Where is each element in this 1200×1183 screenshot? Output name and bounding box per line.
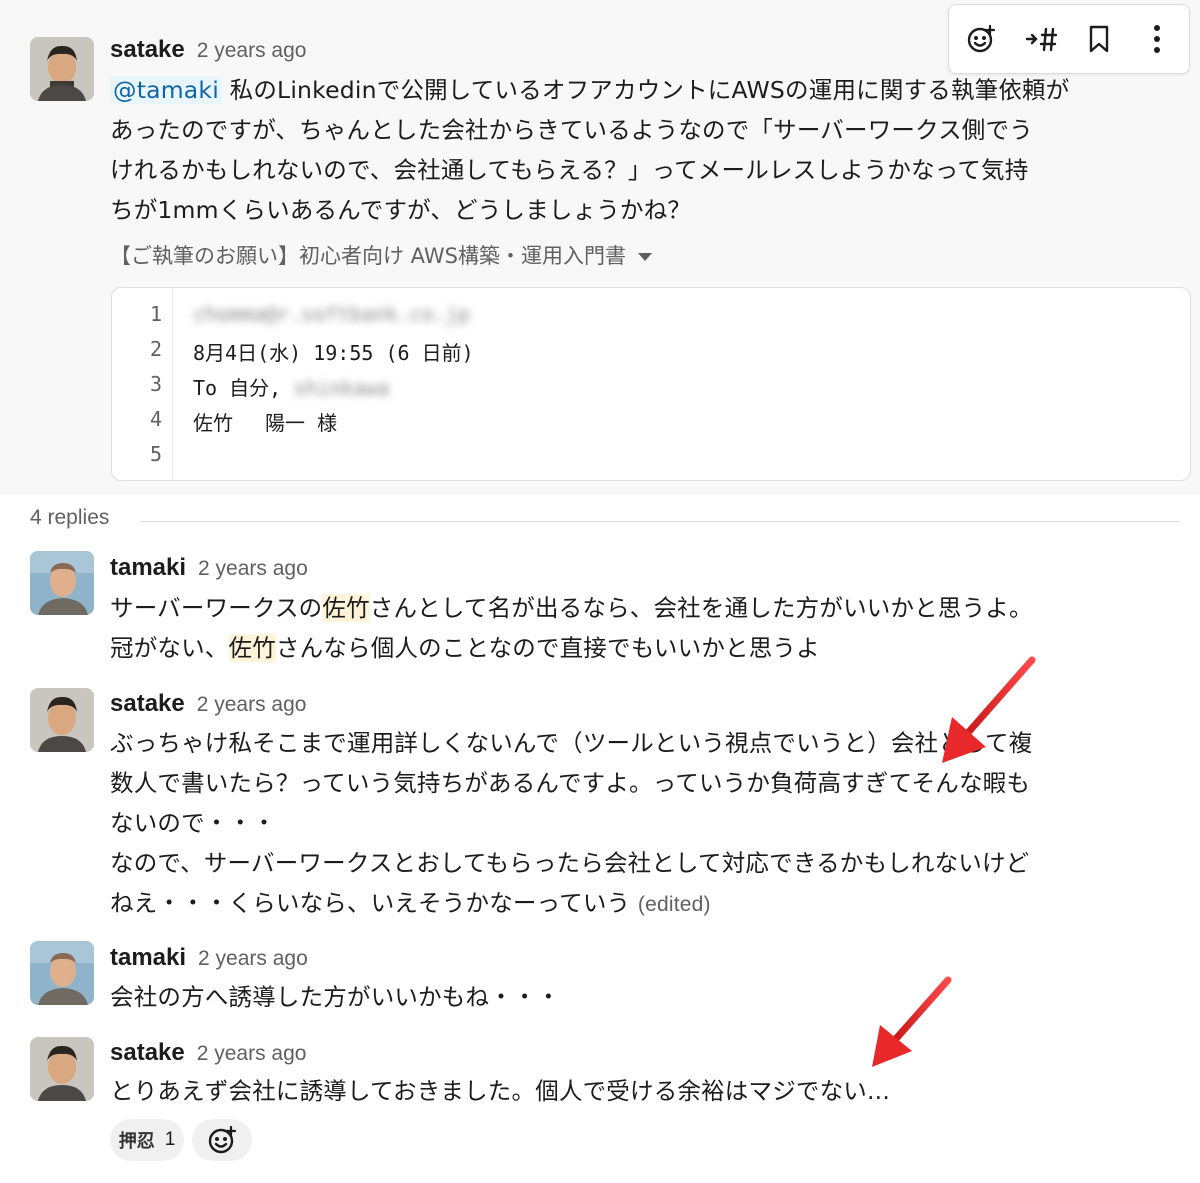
bookmark-icon[interactable] [1079,19,1119,59]
highlighted-keyword: 佐竹 [228,634,276,662]
message-header: satake 2 years ago [110,36,306,64]
timestamp[interactable]: 2 years ago [197,1042,307,1065]
username[interactable]: satake [110,1039,185,1066]
message-text: 会社の方へ誘導した方がいいかもね・・・ [110,983,561,1011]
message-actions-toolbar [948,4,1190,74]
avatar[interactable] [30,1037,94,1101]
divider [140,521,1180,522]
message-text: @tamaki 私のLinkedinで公開しているオフアカウントにAWSの運用に… [110,76,1070,224]
username[interactable]: tamaki [110,944,186,971]
avatar[interactable] [30,551,94,615]
attachment-title[interactable]: 【ご執筆のお願い】初心者向け AWS構築・運用入門書 [110,240,652,270]
chevron-down-icon[interactable] [638,253,652,261]
code-line: To 自分, shinkawa [193,376,390,400]
code-line: chomma@r.softbank.co.jp [193,302,470,326]
username[interactable]: satake [110,36,185,63]
annotation-arrow [872,976,952,1067]
code-snippet[interactable]: 1 2 3 4 5 chomma@r.softbank.co.jp 8月4日(水… [111,287,1191,481]
add-reaction-icon[interactable] [961,19,1001,59]
forward-channel-icon[interactable] [1021,19,1061,59]
code-line: 8月4日(水) 19:55 (6 日前) [193,341,474,365]
message-header: tamaki 2 years ago [110,554,308,582]
avatar[interactable] [30,37,94,101]
message-header: tamaki 2 years ago [110,944,308,972]
line-number-gutter: 1 2 3 4 5 [112,288,173,480]
reaction-count: 1 [164,1129,176,1150]
highlighted-keyword: 佐竹 [322,594,370,622]
avatar[interactable] [30,941,94,1005]
add-reaction-icon [208,1125,237,1154]
reaction-pill[interactable]: 押忍 1 [110,1119,184,1161]
username[interactable]: satake [110,690,185,717]
parent-message: satake 2 years ago @tamaki 私のLinkedinで公開し… [0,0,1200,495]
replies-count: 4 replies [30,506,110,529]
avatar[interactable] [30,688,94,752]
timestamp[interactable]: 2 years ago [198,947,308,970]
custom-emoji: 押忍 [118,1131,155,1152]
mention-link[interactable]: @tamaki [110,76,222,104]
message-text: とりあえず会社に誘導しておきました。個人で受ける余裕はマジでない... [110,1077,890,1105]
add-reaction-button[interactable] [192,1119,252,1161]
timestamp[interactable]: 2 years ago [198,557,308,580]
timestamp[interactable]: 2 years ago [197,39,307,62]
edited-label: (edited) [637,893,711,916]
code-line: 佐竹 陽一 様 [193,411,338,435]
message-header: satake 2 years ago [110,1039,306,1067]
message-header: satake 2 years ago [110,690,306,718]
username[interactable]: tamaki [110,554,186,581]
more-actions-icon[interactable] [1137,19,1177,59]
timestamp[interactable]: 2 years ago [197,693,307,716]
annotation-arrow [942,656,1036,763]
